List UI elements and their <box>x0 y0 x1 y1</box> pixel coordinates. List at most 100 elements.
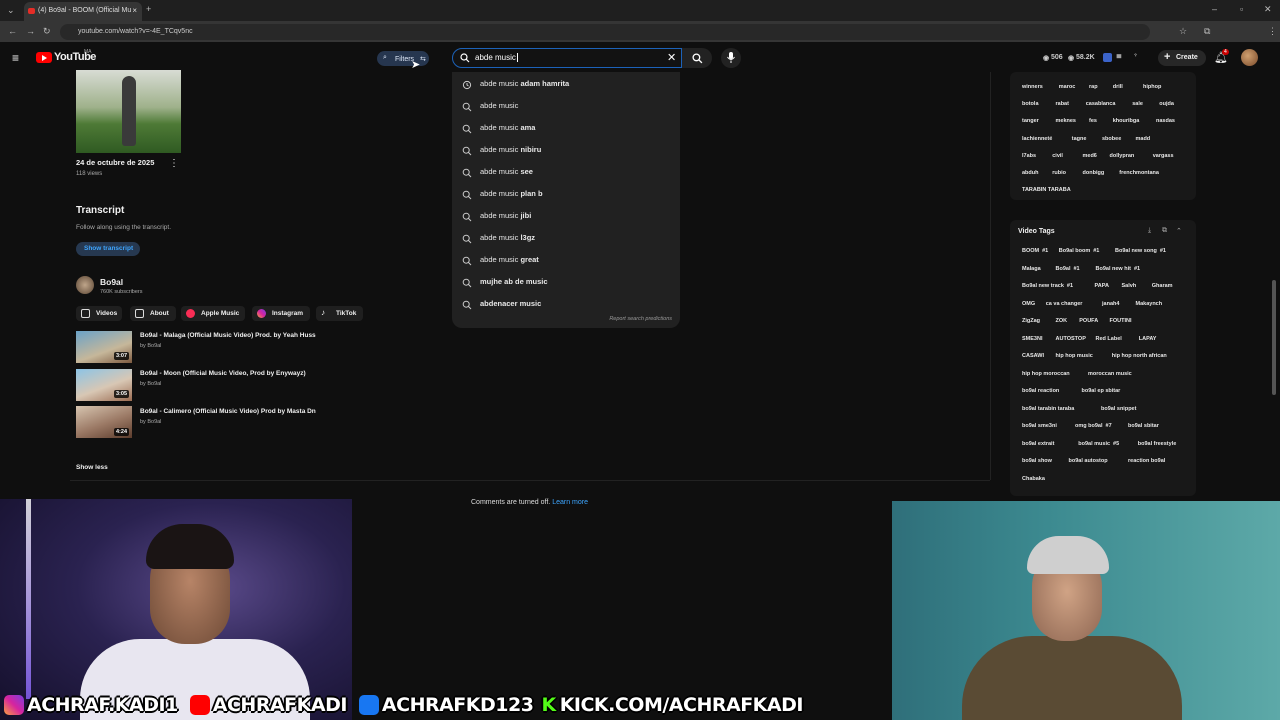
tag-chip[interactable]: Bo9al #1 <box>1056 266 1080 272</box>
more-options-icon[interactable]: ⋮ <box>169 158 179 169</box>
tag-chip[interactable]: meknes <box>1056 118 1077 124</box>
tag-chip[interactable]: Malaga <box>1022 266 1041 272</box>
tag-chip[interactable]: bo9al reaction <box>1022 388 1059 394</box>
tag-chip[interactable]: rabat <box>1056 101 1069 107</box>
tag-chip[interactable]: ZigZag <box>1022 318 1040 324</box>
tag-chip[interactable]: bo9al ep sbitar <box>1082 388 1121 394</box>
search-suggestion[interactable]: abde music great <box>480 255 539 264</box>
search-suggestion[interactable]: abde music l3gz <box>480 233 535 242</box>
download-icon[interactable]: ⤓ <box>1148 227 1151 235</box>
tag-chip[interactable]: Gharam <box>1152 283 1173 289</box>
tag-chip[interactable]: Bo9al new song #1 <box>1115 248 1166 254</box>
tag-chip[interactable]: tagne <box>1072 136 1087 142</box>
tag-chip[interactable]: civil <box>1052 153 1063 159</box>
tag-chip[interactable]: ca va changer <box>1046 301 1083 307</box>
tag-chip[interactable]: bo9al freestyle <box>1138 441 1177 447</box>
maximize-icon[interactable]: ▫ <box>1240 4 1243 14</box>
tag-chip[interactable]: PAPA <box>1095 283 1109 289</box>
tag-chip[interactable]: Makaynch <box>1136 301 1163 307</box>
learn-more-link[interactable]: Learn more <box>552 499 588 506</box>
tag-chip[interactable]: bo9al music #5 <box>1078 441 1119 447</box>
tag-chip[interactable]: botola <box>1022 101 1039 107</box>
create-button[interactable]: + Create <box>1158 50 1206 66</box>
search-suggestion[interactable]: abdenacer music <box>480 299 541 308</box>
tag-chip[interactable]: hip hop moroccan <box>1022 371 1070 377</box>
tag-chip[interactable]: l7abs <box>1022 153 1036 159</box>
tag-chip[interactable]: BOOM #1 <box>1022 248 1048 254</box>
tag-chip[interactable]: Salvh <box>1122 283 1137 289</box>
new-tab-icon[interactable]: + <box>146 4 151 14</box>
tag-chip[interactable]: CASAWI <box>1022 353 1044 359</box>
url-field[interactable]: youtube.com/watch?v=-4E_TCqv5nc <box>60 24 1150 40</box>
clear-search-icon[interactable]: ✕ <box>667 51 676 64</box>
extensions-icon[interactable]: ⧉ <box>1204 26 1210 37</box>
tag-chip[interactable]: winners <box>1022 84 1043 90</box>
channel-name[interactable]: Bo9al <box>100 277 123 287</box>
tag-chip[interactable]: nasdas <box>1156 118 1175 124</box>
tag-chip[interactable]: FOUTINI <box>1110 318 1132 324</box>
list-icon[interactable]: ≣ <box>1116 52 1122 60</box>
tag-chip[interactable]: ZOK <box>1056 318 1068 324</box>
tag-chip[interactable]: khouribga <box>1113 118 1140 124</box>
minimize-icon[interactable]: – <box>1212 4 1217 14</box>
show-transcript-button[interactable]: Show transcript <box>76 242 140 256</box>
tag-chip[interactable]: vargass <box>1153 153 1174 159</box>
tag-chip[interactable]: Bo9al new track #1 <box>1022 283 1073 289</box>
tag-chip[interactable]: Bo9al boom #1 <box>1059 248 1100 254</box>
tag-chip[interactable]: Red Label <box>1096 336 1122 342</box>
tag-chip[interactable]: abduh <box>1022 170 1039 176</box>
tag-chip[interactable]: sale <box>1132 101 1143 107</box>
hamburger-menu-icon[interactable]: ≡ <box>12 51 19 65</box>
tiktok-link[interactable]: ♪ TikTok <box>316 306 363 321</box>
channel-about-button[interactable]: About <box>130 306 176 321</box>
tag-chip[interactable]: hip hop music <box>1056 353 1093 359</box>
tag-chip[interactable]: bo9al show <box>1022 458 1052 464</box>
tag-chip[interactable]: bo9al extrait <box>1022 441 1054 447</box>
page-scrollbar[interactable] <box>1272 280 1276 395</box>
tag-chip[interactable]: drill <box>1113 84 1123 90</box>
tag-chip[interactable]: bo9al tarabin taraba <box>1022 406 1074 412</box>
forward-icon[interactable]: → <box>26 26 35 36</box>
search-suggestion[interactable]: abde music adam hamrita <box>480 79 569 88</box>
tag-chip[interactable]: TARABIN TARABA <box>1022 187 1071 193</box>
tag-chip[interactable]: AUTOSTOP <box>1056 336 1086 342</box>
search-suggestion[interactable]: abde music jibi <box>480 211 531 220</box>
account-avatar[interactable] <box>1241 49 1258 66</box>
tag-chip[interactable]: fes <box>1089 118 1097 124</box>
search-suggestion[interactable]: abde music see <box>480 167 533 176</box>
filters-button[interactable]: ⌕ Filters ⇆ <box>377 51 429 66</box>
search-suggestion[interactable]: abde music plan b <box>480 189 543 198</box>
related-video-title[interactable]: Bo9al - Calimero (Official Music Video) … <box>140 408 316 415</box>
voice-search-button[interactable] <box>721 48 741 68</box>
tag-chip[interactable]: Bo9al new hit #1 <box>1096 266 1141 272</box>
tag-chip[interactable]: dollypran <box>1110 153 1135 159</box>
tag-chip[interactable]: OMG <box>1022 301 1035 307</box>
close-tab-icon[interactable]: × <box>132 6 137 15</box>
search-suggestion[interactable]: mujhe ab de music <box>480 277 548 286</box>
tag-chip[interactable]: casablanca <box>1086 101 1116 107</box>
related-video-title[interactable]: Bo9al - Malaga (Official Music Video) Pr… <box>140 332 316 339</box>
report-predictions-link[interactable]: Report search predictions <box>609 316 672 322</box>
extension-badge-icon[interactable] <box>1103 53 1112 62</box>
video-thumbnail[interactable] <box>76 70 181 153</box>
search-input[interactable]: abde music ✕ <box>452 48 682 68</box>
back-icon[interactable]: ← <box>8 26 17 36</box>
tag-chip[interactable]: bo9al sme3ni <box>1022 423 1057 429</box>
tag-chip[interactable]: frenchmontana <box>1119 170 1159 176</box>
search-suggestion[interactable]: abde music nibiru <box>480 145 541 154</box>
reload-icon[interactable]: ↻ <box>43 26 51 37</box>
tag-chip[interactable]: donbigg <box>1083 170 1105 176</box>
search-suggestion[interactable]: abde music ama <box>480 123 535 132</box>
tag-chip[interactable]: rubio <box>1052 170 1066 176</box>
tag-chip[interactable]: bo9al sbitar <box>1128 423 1159 429</box>
tag-chip[interactable]: LAPAY <box>1139 336 1157 342</box>
tag-chip[interactable]: POUFA <box>1079 318 1098 324</box>
instagram-link[interactable]: Instagram <box>252 306 310 321</box>
tag-chip[interactable]: reaction bo9al <box>1128 458 1165 464</box>
search-suggestion[interactable]: abde music <box>480 101 518 110</box>
channel-avatar[interactable] <box>76 276 94 294</box>
close-window-icon[interactable]: ✕ <box>1264 4 1272 15</box>
browser-tab[interactable]: (4) Bo9al - BOOM (Official Mu × <box>24 2 142 21</box>
collapse-icon[interactable]: ⌃ <box>1176 227 1182 235</box>
show-less-button[interactable]: Show less <box>76 464 108 471</box>
